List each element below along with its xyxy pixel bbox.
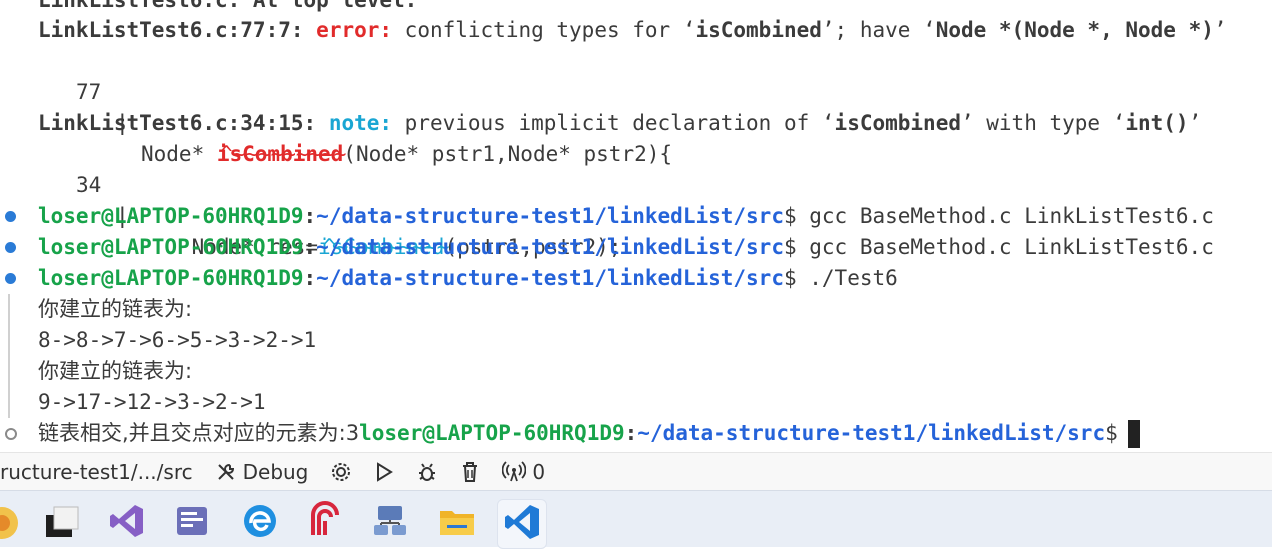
broadcast-icon: [502, 461, 527, 483]
prompt-user: loser@LAPTOP-60HRQ1D9: [359, 421, 625, 445]
statusbar-path[interactable]: ructure-test1/.../src: [0, 460, 193, 484]
marker-line: | ^~~~~~~~~~: [0, 77, 346, 166]
terminal-cursor[interactable]: [1127, 420, 1140, 448]
tools-icon: [215, 461, 237, 483]
delete-button[interactable]: [460, 461, 480, 483]
taskbar-vscode-icon[interactable]: [497, 499, 547, 549]
command-pending-dot-icon[interactable]: [5, 428, 17, 440]
error-text: ’: [1213, 18, 1227, 42]
window-stack-icon: [42, 501, 82, 546]
terminal-line: LinkListTest6.c: At top level:: [0, 0, 417, 16]
error-symbol: isCombined: [695, 18, 822, 42]
output-line: 8->8->7->6->5->3->2->1: [0, 325, 316, 356]
play-icon: [374, 461, 394, 483]
output-text: 链表相交,并且交点对应的元素为:3: [38, 421, 360, 445]
note-text: ’ with type ‘: [960, 111, 1126, 135]
note-location: LinkListTest6.c:34:15:: [38, 111, 317, 135]
network-icon: [370, 501, 410, 546]
taskbar-edge-icon[interactable]: [236, 499, 284, 547]
output-text: 你建立的链表为:: [38, 359, 193, 383]
output-text: 你建立的链表为:: [38, 297, 193, 321]
prompt-user: loser@LAPTOP-60HRQ1D9: [38, 235, 304, 259]
ports-indicator[interactable]: 0: [502, 460, 545, 484]
note-text: ’: [1188, 111, 1202, 135]
prompt-path: ~/data-structure-test1/linkedList/src: [316, 204, 784, 228]
terminal-line-note: LinkListTest6.c:34:15: note: previous im…: [0, 108, 1201, 139]
source-text: Node*: [141, 142, 217, 166]
toolbox-icon: [172, 501, 212, 546]
terminal-command-line[interactable]: loser@LAPTOP-60HRQ1D9:~/data-structure-t…: [0, 263, 1272, 294]
command-text: ./Test6: [809, 266, 898, 290]
error-text: ’; have ‘: [821, 18, 936, 42]
note-symbol: isCombined: [834, 111, 961, 135]
marker-line: | ^~~~~~~~~~: [0, 170, 449, 259]
vscode-icon: [502, 502, 542, 547]
output-text: 8->8->7->6->5->3->2->1: [38, 328, 317, 352]
line-number: 77: [76, 80, 102, 104]
command-text: gcc BaseMethod.c LinkListTest6.c: [809, 204, 1214, 228]
terminal-line-error: LinkListTest6.c:77:7: error: conflicting…: [0, 15, 1227, 46]
settings-button[interactable]: [330, 461, 352, 483]
app-round-icon: [0, 501, 22, 546]
gear-icon: [330, 461, 352, 483]
debug-label: Debug: [242, 460, 309, 484]
terminal-active-line[interactable]: 链表相交,并且交点对应的元素为:3loser@LAPTOP-60HRQ1D9:~…: [0, 418, 1272, 449]
taskbar-network-icon[interactable]: [366, 499, 414, 547]
output-text: 9->17->12->3->2->1: [38, 390, 266, 414]
prompt-user: loser@LAPTOP-60HRQ1D9: [38, 266, 304, 290]
taskbar-file-explorer-icon[interactable]: [433, 499, 481, 547]
visual-studio-icon: [107, 501, 147, 546]
error-label: error:: [316, 18, 393, 42]
taskbar-app-icon-red[interactable]: [301, 499, 349, 547]
ports-count: 0: [532, 460, 546, 484]
red-arcs-icon: [305, 500, 345, 546]
statusbar-path-label: ructure-test1/.../src: [0, 460, 193, 484]
command-text: gcc BaseMethod.c LinkListTest6.c: [809, 235, 1214, 259]
error-marker: ^~~~~~~~~~: [220, 142, 347, 166]
note-label: note:: [328, 111, 393, 135]
line-number: 34: [76, 173, 102, 197]
run-button[interactable]: [374, 461, 394, 483]
prompt-path: ~/data-structure-test1/linkedList/src: [637, 421, 1106, 445]
prompt-user: loser@LAPTOP-60HRQ1D9: [38, 204, 304, 228]
error-type: Node *(Node *, Node *): [935, 18, 1214, 42]
note-type: int(): [1125, 111, 1189, 135]
command-success-dot-icon[interactable]: [5, 211, 16, 222]
source-text: (Node* pstr1,Node* pstr2){: [343, 142, 673, 166]
prompt-path: ~/data-structure-test1/linkedList/src: [316, 235, 784, 259]
output-line: 你建立的链表为:: [0, 356, 192, 387]
edge-browser-icon: [240, 501, 280, 546]
output-line: 你建立的链表为:: [0, 294, 192, 325]
output-line: 9->17->12->3->2->1: [0, 387, 266, 418]
bug-icon: [416, 461, 438, 483]
command-success-dot-icon[interactable]: [5, 242, 16, 253]
trash-icon: [460, 461, 480, 483]
command-success-dot-icon[interactable]: [5, 273, 16, 284]
source-line: 34 | Node* res=isCombined(pstr1,pstr2);: [0, 139, 621, 259]
error-text: conflicting types for ‘: [392, 18, 696, 42]
compiler-context: LinkListTest6.c: At top level:: [38, 0, 418, 12]
taskbar-visual-studio-icon[interactable]: [103, 499, 151, 547]
terminal-panel[interactable]: LinkListTest6.c: At top level: LinkListT…: [0, 0, 1272, 452]
prompt-path: ~/data-structure-test1/linkedList/src: [316, 266, 784, 290]
taskbar-tool-icon[interactable]: [168, 499, 216, 547]
taskbar-terminal-icon[interactable]: [38, 499, 86, 547]
terminal-command-line[interactable]: loser@LAPTOP-60HRQ1D9:~/data-structure-t…: [0, 232, 1272, 263]
debug-run-button[interactable]: [416, 461, 438, 483]
status-bar: ructure-test1/.../src Debug 0: [0, 452, 1272, 491]
terminal-command-line[interactable]: loser@LAPTOP-60HRQ1D9:~/data-structure-t…: [0, 201, 1272, 232]
error-location: LinkListTest6.c:77:7:: [38, 18, 304, 42]
folder-icon: [437, 501, 477, 546]
debug-button[interactable]: Debug: [215, 460, 309, 484]
taskbar: [0, 490, 1272, 549]
note-text: previous implicit declaration of ‘: [392, 111, 835, 135]
source-line: 77 | Node* isCombined(Node* pstr1,Node* …: [0, 46, 672, 166]
taskbar-app-icon[interactable]: [0, 499, 26, 547]
